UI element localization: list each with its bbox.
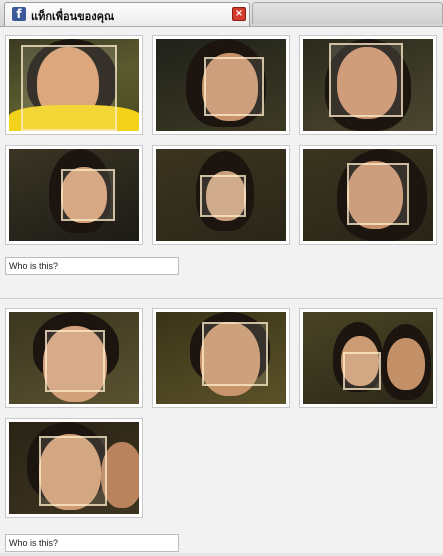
tag-box[interactable]: [202, 322, 268, 386]
tag-box[interactable]: [204, 57, 264, 116]
facebook-icon: f: [12, 7, 26, 21]
close-tab-icon[interactable]: ×: [232, 7, 246, 21]
tab-bar: f แท็กเพื่อนของคุณ ×: [0, 0, 443, 27]
photo-thumb[interactable]: [152, 308, 290, 408]
divider: [0, 298, 443, 299]
photo-thumb[interactable]: [152, 145, 290, 245]
photo-thumb[interactable]: [152, 35, 290, 135]
photo: [9, 422, 139, 514]
inactive-tab[interactable]: [252, 2, 443, 24]
photo: [9, 312, 139, 404]
tag-box[interactable]: [39, 436, 107, 506]
photo: [156, 149, 286, 241]
who-is-this-input[interactable]: Who is this?: [5, 534, 179, 552]
photo-thumb[interactable]: [5, 308, 143, 408]
photo-thumb[interactable]: [299, 35, 437, 135]
tag-box[interactable]: [343, 352, 381, 390]
tag-box[interactable]: [329, 43, 403, 117]
tag-box[interactable]: [61, 169, 115, 221]
tag-box[interactable]: [45, 330, 105, 392]
who-is-this-input[interactable]: Who is this?: [5, 257, 179, 275]
photo-thumb[interactable]: [5, 145, 143, 245]
tab-title: แท็กเพื่อนของคุณ: [31, 10, 115, 23]
photo: [156, 312, 286, 404]
tag-box[interactable]: [21, 45, 117, 131]
photo: [9, 39, 139, 131]
photo-thumb[interactable]: [299, 308, 437, 408]
photo: [303, 149, 433, 241]
photo-thumb[interactable]: [299, 145, 437, 245]
photo: [303, 39, 433, 131]
photo: [303, 312, 433, 404]
tag-box[interactable]: [200, 175, 246, 217]
tag-box[interactable]: [347, 163, 409, 225]
photo-thumb[interactable]: [5, 418, 143, 518]
photo: [156, 39, 286, 131]
photo: [9, 149, 139, 241]
photo-thumb[interactable]: [5, 35, 143, 135]
photo-group-1: Who is this?: [0, 27, 443, 289]
photo-group-2: Who is this?: [0, 300, 443, 556]
active-tab[interactable]: f แท็กเพื่อนของคุณ ×: [4, 2, 250, 26]
